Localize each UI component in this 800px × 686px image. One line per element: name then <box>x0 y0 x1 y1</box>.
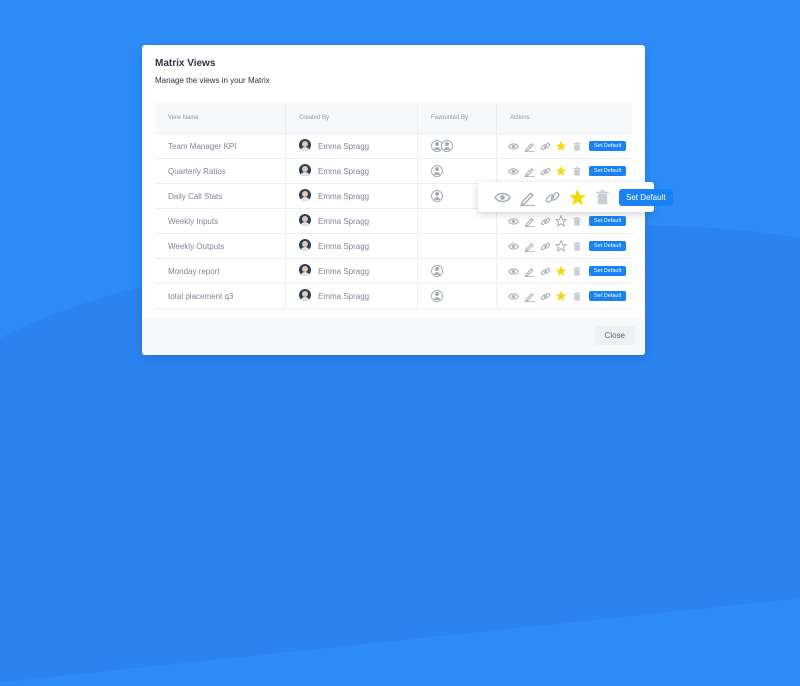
set-default-button[interactable]: Set Default <box>589 141 627 151</box>
creator-name: Emma Spragg <box>318 217 370 226</box>
table-row: Weekly Inputs Emma Spragg Set Default <box>155 209 632 234</box>
creator-name: Emma Spragg <box>318 192 370 201</box>
star-icon[interactable] <box>569 188 586 206</box>
view-name[interactable]: Team Manager KPI <box>168 142 236 151</box>
set-default-button[interactable]: Set Default <box>589 166 627 176</box>
set-default-button[interactable]: Set Default <box>589 216 627 226</box>
star-icon[interactable] <box>555 140 567 152</box>
set-default-button[interactable]: Set Default <box>589 291 627 301</box>
column-header-actions: Actions <box>510 115 530 121</box>
star-icon[interactable] <box>555 215 567 227</box>
avatar <box>299 239 311 251</box>
user-icon <box>431 190 443 202</box>
avatar <box>299 289 311 301</box>
star-icon[interactable] <box>555 265 567 277</box>
trash-icon[interactable] <box>594 189 611 206</box>
column-header-favourited-by: Favourited By <box>431 115 469 121</box>
table-row: Quarterly Ratios Emma Spragg Set Default <box>155 159 632 184</box>
avatar <box>299 164 311 176</box>
user-icon <box>431 165 443 177</box>
link-icon[interactable] <box>539 265 551 277</box>
favourited-by <box>431 189 443 202</box>
link-icon[interactable] <box>539 215 551 227</box>
trash-icon[interactable] <box>571 240 583 252</box>
creator-name: Emma Spragg <box>318 242 370 251</box>
star-icon[interactable] <box>555 165 567 177</box>
modal-footer: Close <box>142 317 645 355</box>
eye-icon[interactable] <box>494 189 511 206</box>
view-name[interactable]: Daily Call Stats <box>168 192 222 201</box>
view-name[interactable]: Quarterly Ratios <box>168 167 226 176</box>
favourited-by <box>431 139 453 152</box>
pencil-icon[interactable] <box>523 140 535 152</box>
set-default-button[interactable]: Set Default <box>619 188 673 206</box>
trash-icon[interactable] <box>571 215 583 227</box>
pencil-icon[interactable] <box>523 290 535 302</box>
creator-name: Emma Spragg <box>318 267 370 276</box>
trash-icon[interactable] <box>571 265 583 277</box>
link-icon[interactable] <box>539 165 551 177</box>
row-actions: Set Default <box>507 139 627 153</box>
user-icon <box>431 265 443 277</box>
table-row: Weekly Outputs Emma Spragg Set Default <box>155 234 632 259</box>
link-icon[interactable] <box>539 240 551 252</box>
eye-icon[interactable] <box>507 290 519 302</box>
trash-icon[interactable] <box>571 290 583 302</box>
row-actions: Set Default <box>507 164 627 178</box>
creator-name: Emma Spragg <box>318 142 370 151</box>
star-icon[interactable] <box>555 290 567 302</box>
set-default-button[interactable]: Set Default <box>589 266 627 276</box>
column-divider <box>285 103 286 308</box>
link-icon[interactable] <box>544 189 561 206</box>
table-row: Team Manager KPI Emma Spragg Set Default <box>155 134 632 159</box>
avatar <box>299 264 311 276</box>
eye-icon[interactable] <box>507 140 519 152</box>
pencil-icon[interactable] <box>519 189 536 206</box>
view-name[interactable]: Monday report <box>168 267 220 276</box>
favourited-by <box>431 164 443 177</box>
row-actions: Set Default <box>507 289 627 303</box>
row-actions: Set Default <box>507 264 627 278</box>
avatar <box>299 189 311 201</box>
eye-icon[interactable] <box>507 265 519 277</box>
view-name[interactable]: Weekly Inputs <box>168 217 218 226</box>
user-icon <box>441 140 453 152</box>
column-divider <box>417 103 418 308</box>
eye-icon[interactable] <box>507 240 519 252</box>
star-icon[interactable] <box>555 240 567 252</box>
column-header-created-by: Created By <box>299 115 330 121</box>
trash-icon[interactable] <box>571 165 583 177</box>
column-header-view-name: View Name <box>168 115 199 121</box>
pencil-icon[interactable] <box>523 215 535 227</box>
pencil-icon[interactable] <box>523 265 535 277</box>
avatar <box>299 139 311 151</box>
table-body: Team Manager KPI Emma Spragg Set Default Qu… <box>155 134 632 309</box>
creator-name: Emma Spragg <box>318 292 370 301</box>
table-header: View Name Created By Favourited By Actio… <box>155 103 632 134</box>
table-row: Monday report Emma Spragg Set Default <box>155 259 632 284</box>
row-actions: Set Default <box>507 214 627 228</box>
table-row: total placement q3 Emma Spragg Set Default <box>155 284 632 309</box>
row-actions-popover: Set Default <box>478 182 673 212</box>
creator-name: Emma Spragg <box>318 167 370 176</box>
eye-icon[interactable] <box>507 165 519 177</box>
modal-subtitle: Manage the views in your Matrix <box>155 76 270 85</box>
close-button[interactable]: Close <box>594 326 635 345</box>
eye-icon[interactable] <box>507 215 519 227</box>
pencil-icon[interactable] <box>523 165 535 177</box>
row-actions: Set Default <box>507 239 627 253</box>
user-icon <box>431 290 443 302</box>
avatar <box>299 214 311 226</box>
trash-icon[interactable] <box>571 140 583 152</box>
view-name[interactable]: total placement q3 <box>168 292 233 301</box>
link-icon[interactable] <box>539 290 551 302</box>
favourited-by <box>431 289 443 302</box>
pencil-icon[interactable] <box>523 240 535 252</box>
favourited-by <box>431 264 443 277</box>
view-name[interactable]: Weekly Outputs <box>168 242 224 251</box>
link-icon[interactable] <box>539 140 551 152</box>
set-default-button[interactable]: Set Default <box>589 241 627 251</box>
modal-title: Matrix Views <box>155 58 216 69</box>
